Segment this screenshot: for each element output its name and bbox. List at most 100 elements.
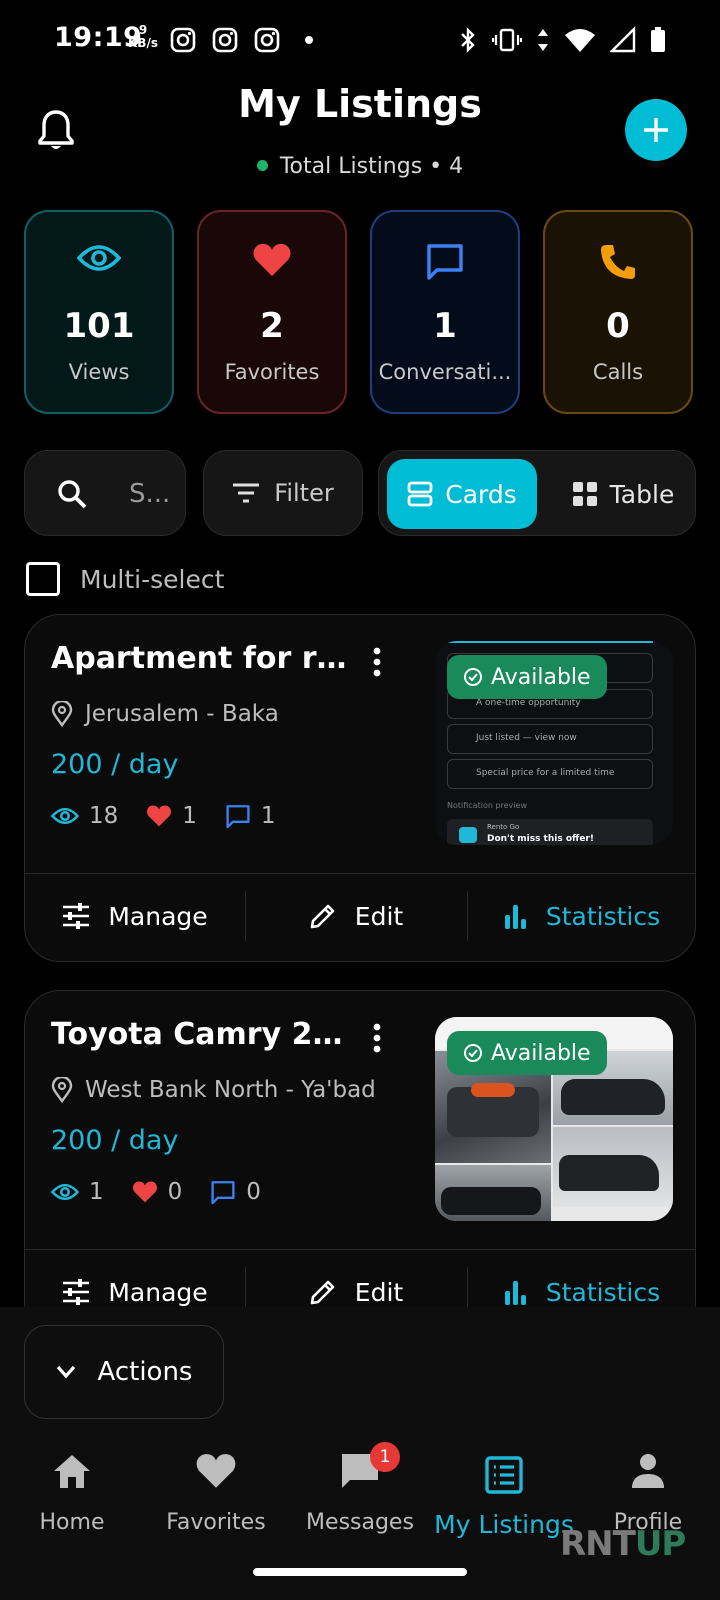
status-badge: Available bbox=[447, 655, 607, 699]
network-speed: 9 KB/s bbox=[128, 23, 158, 50]
check-circle-icon bbox=[464, 1044, 482, 1062]
pencil-icon bbox=[310, 1280, 335, 1305]
search-placeholder: S... bbox=[129, 479, 171, 509]
stat-views[interactable]: 101 Views bbox=[24, 210, 174, 414]
chat-icon bbox=[211, 1181, 235, 1205]
add-listing-button[interactable] bbox=[625, 99, 687, 161]
heart-icon bbox=[196, 1454, 236, 1488]
pencil-icon bbox=[310, 904, 335, 929]
multi-select-checkbox[interactable] bbox=[26, 562, 60, 596]
more-options-icon[interactable] bbox=[371, 1023, 383, 1053]
chevron-down-icon bbox=[56, 1365, 75, 1379]
more-options-icon[interactable] bbox=[371, 647, 383, 677]
view-mode-toggle: Cards Table bbox=[378, 450, 696, 536]
heart-icon bbox=[253, 243, 291, 276]
list-icon bbox=[485, 1456, 523, 1494]
filter-button[interactable]: Filter bbox=[203, 450, 363, 536]
instagram-icon bbox=[212, 27, 238, 53]
listing-metrics: 18 1 1 bbox=[51, 803, 294, 829]
statistics-button[interactable]: Statistics bbox=[467, 873, 695, 959]
stat-label: Favorites bbox=[224, 360, 320, 384]
status-dot bbox=[256, 160, 268, 171]
messages-count: 0 bbox=[246, 1179, 261, 1205]
stat-label: Views bbox=[68, 360, 130, 384]
listing-price: 200 / day bbox=[51, 1125, 179, 1156]
multi-select-toggle[interactable]: Multi-select bbox=[26, 562, 224, 596]
person-icon bbox=[632, 1454, 664, 1488]
search-input[interactable]: S... bbox=[24, 450, 186, 536]
nav-favorites[interactable]: Favorites bbox=[144, 1448, 288, 1535]
filter-icon bbox=[233, 483, 260, 503]
tune-icon bbox=[63, 903, 90, 929]
stat-value: 1 bbox=[433, 306, 457, 346]
messages-count: 1 bbox=[260, 803, 276, 829]
table-view-button[interactable]: Table bbox=[555, 459, 691, 529]
nav-messages[interactable]: 1 Messages bbox=[288, 1442, 432, 1535]
status-badge: Available bbox=[447, 1031, 607, 1075]
stat-label: Conversati... bbox=[378, 360, 512, 384]
listing-card[interactable]: Apartment for rent i... Jerusalem - Baka… bbox=[24, 614, 696, 962]
cards-label: Cards bbox=[445, 479, 517, 509]
stat-value: 101 bbox=[63, 306, 135, 346]
edit-button[interactable]: Edit bbox=[245, 873, 467, 959]
search-icon bbox=[58, 480, 87, 509]
signal-icon bbox=[610, 26, 636, 53]
heart-icon bbox=[147, 805, 172, 827]
heart-icon bbox=[132, 1181, 157, 1203]
brand-watermark: RNTUP bbox=[560, 1524, 686, 1564]
wifi-icon bbox=[565, 29, 595, 52]
stat-value: 2 bbox=[260, 306, 284, 346]
instagram-icon bbox=[254, 27, 280, 53]
chat-icon bbox=[427, 244, 463, 280]
grid-icon bbox=[572, 482, 597, 506]
nav-home[interactable]: Home bbox=[0, 1448, 144, 1535]
views-count: 1 bbox=[89, 1179, 104, 1205]
plus-icon bbox=[644, 118, 668, 142]
total-listings-indicator: Total Listings • 4 bbox=[0, 154, 720, 179]
bar-chart-icon bbox=[504, 1281, 526, 1305]
dot-icon bbox=[305, 36, 313, 44]
bluetooth-icon bbox=[461, 27, 475, 53]
nav-profile[interactable]: Profile bbox=[576, 1448, 720, 1535]
instagram-icon bbox=[170, 27, 196, 53]
eye-icon bbox=[51, 807, 79, 825]
gesture-home-bar[interactable] bbox=[253, 1568, 467, 1576]
nav-my-listings[interactable]: My Listings bbox=[432, 1452, 576, 1539]
unread-badge: 1 bbox=[370, 1442, 400, 1472]
phone-icon bbox=[601, 245, 635, 279]
stat-calls[interactable]: 0 Calls bbox=[543, 210, 693, 414]
bar-chart-icon bbox=[504, 905, 526, 929]
listing-card[interactable]: Toyota Camry 2025 West Bank North - Ya'b… bbox=[24, 990, 696, 1338]
actions-button[interactable]: Actions bbox=[24, 1325, 224, 1419]
favorites-count: 0 bbox=[167, 1179, 183, 1205]
cards-view-button[interactable]: Cards bbox=[387, 459, 537, 529]
stat-conversations[interactable]: 1 Conversati... bbox=[370, 210, 520, 414]
listing-price: 200 / day bbox=[51, 749, 179, 780]
eye-icon bbox=[51, 1183, 79, 1201]
location-pin-icon bbox=[51, 1077, 73, 1103]
battery-icon bbox=[651, 27, 665, 52]
favorites-count: 1 bbox=[182, 803, 197, 829]
listing-metrics: 1 0 0 bbox=[51, 1179, 279, 1205]
listing-title: Toyota Camry 2025 bbox=[51, 1017, 351, 1052]
page-title: My Listings bbox=[238, 82, 482, 126]
multi-select-label: Multi-select bbox=[80, 564, 225, 594]
stat-value: 0 bbox=[606, 306, 630, 346]
views-count: 18 bbox=[89, 803, 119, 829]
filter-label: Filter bbox=[274, 479, 334, 507]
listing-location: West Bank North - Ya'bad bbox=[51, 1077, 376, 1103]
eye-icon bbox=[77, 245, 121, 271]
vibrate-icon bbox=[492, 28, 522, 52]
manage-button[interactable]: Manage bbox=[25, 873, 245, 959]
listing-title: Apartment for rent i... bbox=[51, 641, 351, 676]
status-system-icons bbox=[458, 26, 666, 54]
location-pin-icon bbox=[51, 701, 73, 727]
stat-label: Calls bbox=[592, 360, 644, 384]
data-arrows-icon bbox=[538, 29, 548, 51]
status-notification-icons bbox=[170, 27, 322, 53]
cards-icon bbox=[407, 481, 433, 507]
home-icon bbox=[54, 1455, 90, 1488]
stat-favorites[interactable]: 2 Favorites bbox=[197, 210, 347, 414]
check-circle-icon bbox=[464, 668, 482, 686]
tune-icon bbox=[63, 1279, 90, 1305]
